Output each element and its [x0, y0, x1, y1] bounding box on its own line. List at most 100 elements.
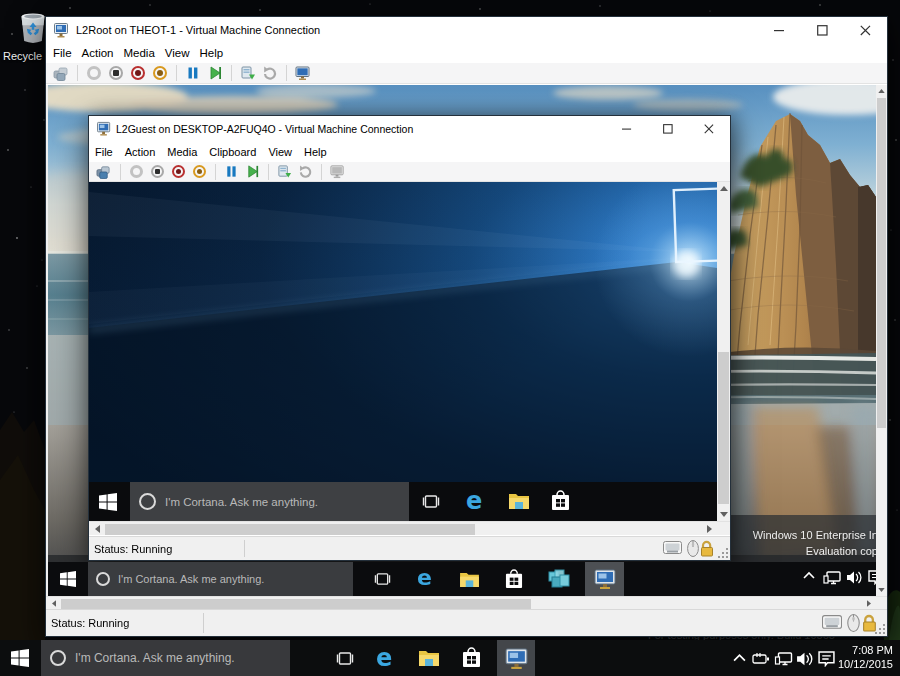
scrollbar-thumb[interactable]	[877, 98, 886, 428]
l2guest-screen[interactable]: I'm Cortana. Ask me anything. e	[89, 182, 717, 521]
pause-icon[interactable]	[224, 164, 239, 179]
turn-off-icon[interactable]	[108, 65, 124, 81]
inner-horizontal-scrollbar[interactable]	[89, 521, 730, 535]
tray-power-icon[interactable]	[752, 652, 770, 665]
scroll-up-arrow[interactable]	[876, 85, 887, 97]
toolbar-separator	[231, 65, 232, 81]
resize-grip[interactable]	[873, 622, 886, 635]
edge-icon[interactable]: e	[376, 646, 398, 670]
start-button[interactable]	[60, 571, 76, 587]
inner-minimize-button[interactable]	[606, 116, 647, 142]
inner-menu-help[interactable]: Help	[304, 146, 327, 158]
vm-connect-taskbar-button[interactable]	[497, 640, 535, 676]
tray-action-center-icon[interactable]	[818, 651, 835, 667]
inner-close-button[interactable]	[688, 116, 730, 142]
task-view-icon[interactable]	[336, 650, 354, 667]
toolbar-separator	[215, 164, 216, 180]
tray-action-center-icon[interactable]	[868, 570, 876, 585]
resize-grip[interactable]	[716, 546, 729, 559]
outer-menu-file[interactable]: File	[53, 47, 72, 59]
start-button[interactable]	[11, 649, 29, 667]
outer-horizontal-scrollbar[interactable]	[46, 596, 887, 609]
outer-menu-action[interactable]: Action	[82, 47, 114, 59]
save-icon[interactable]	[192, 164, 207, 179]
cortana-search-box[interactable]: I'm Cortana. Ask me anything.	[130, 482, 409, 521]
save-icon[interactable]	[152, 65, 168, 81]
enhanced-session-icon[interactable]	[330, 164, 345, 179]
hyper-v-manager-icon[interactable]	[548, 569, 570, 589]
store-icon[interactable]	[505, 569, 523, 590]
cortana-search-box[interactable]: I'm Cortana. Ask me anything.	[88, 562, 353, 596]
taskbar-clock[interactable]: 7:08 PM 10/12/2015	[838, 643, 893, 671]
revert-icon[interactable]	[262, 65, 278, 81]
enhanced-session-icon[interactable]	[295, 65, 311, 81]
inner-menu-action[interactable]: Action	[125, 146, 156, 158]
file-explorer-icon[interactable]	[460, 571, 479, 587]
scrollbar-thumb[interactable]	[61, 599, 531, 609]
shut-down-icon[interactable]	[171, 164, 186, 179]
outer-menu-view[interactable]: View	[165, 47, 190, 59]
tray-network-icon[interactable]	[823, 570, 841, 586]
file-explorer-icon[interactable]	[419, 649, 439, 666]
toolbar-separator	[77, 65, 78, 81]
file-explorer-icon[interactable]	[509, 492, 529, 509]
statusbar-divider	[203, 613, 204, 633]
scroll-left-arrow[interactable]	[91, 522, 104, 535]
ctrl-alt-del-icon[interactable]	[96, 164, 112, 180]
checkpoint-icon[interactable]	[240, 65, 256, 81]
tray-chevron-up-icon[interactable]	[733, 652, 746, 665]
scroll-down-arrow[interactable]	[876, 584, 887, 596]
revert-icon[interactable]	[298, 164, 313, 179]
l2root-guest-screen[interactable]: Windows 10 Enterprise In Evaluation cop	[48, 85, 876, 596]
start-icon[interactable]	[129, 164, 144, 179]
outer-vm-toolbar	[46, 63, 887, 84]
tray-volume-icon[interactable]	[846, 570, 863, 585]
scrollbar-thumb[interactable]	[105, 524, 475, 535]
tray-chevron-up-icon[interactable]	[803, 570, 815, 582]
scroll-up-arrow[interactable]	[717, 182, 730, 195]
edge-icon[interactable]: e	[466, 489, 488, 513]
scroll-left-arrow[interactable]	[48, 597, 60, 609]
tray-network-icon[interactable]	[774, 651, 793, 667]
pause-icon[interactable]	[185, 65, 201, 81]
store-icon[interactable]	[551, 490, 570, 512]
inner-vm-status: Status: Running	[94, 543, 172, 555]
resume-icon[interactable]	[245, 164, 260, 179]
tray-volume-icon[interactable]	[796, 651, 814, 667]
inner-vertical-scrollbar[interactable]	[717, 182, 730, 521]
start-icon[interactable]	[86, 65, 102, 81]
scroll-right-arrow[interactable]	[863, 597, 875, 609]
scrollbar-thumb[interactable]	[718, 352, 729, 504]
cortana-search-box[interactable]: I'm Cortana. Ask me anything.	[41, 640, 290, 676]
outer-menu-help[interactable]: Help	[200, 47, 224, 59]
scroll-down-arrow[interactable]	[717, 508, 730, 521]
outer-minimize-button[interactable]	[757, 17, 801, 43]
inner-menu-file[interactable]: File	[95, 146, 113, 158]
inner-menu-media[interactable]: Media	[167, 146, 197, 158]
turn-off-icon[interactable]	[150, 164, 165, 179]
start-button[interactable]	[99, 493, 117, 511]
vm-connect-taskbar-button[interactable]	[585, 562, 624, 596]
icon-shape	[87, 66, 101, 80]
outer-close-button[interactable]	[844, 17, 887, 43]
inner-vm-titlebar[interactable]: L2Guest on DESKTOP-A2FUQ4O - Virtual Mac…	[89, 116, 730, 142]
shut-down-icon[interactable]	[130, 65, 146, 81]
inner-menu-view[interactable]: View	[268, 146, 292, 158]
outer-maximize-button[interactable]	[801, 17, 844, 43]
inner-menu-clipboard[interactable]: Clipboard	[209, 146, 256, 158]
l2guest-taskbar: I'm Cortana. Ask me anything. e	[89, 482, 717, 521]
ctrl-alt-del-icon[interactable]	[53, 65, 69, 81]
outer-vertical-scrollbar[interactable]	[876, 85, 887, 596]
inner-maximize-button[interactable]	[647, 116, 688, 142]
edge-icon[interactable]: e	[417, 567, 439, 589]
lock-icon	[700, 540, 715, 557]
task-view-icon[interactable]	[374, 571, 391, 587]
scroll-right-arrow[interactable]	[703, 522, 716, 535]
checkpoint-icon[interactable]	[277, 164, 292, 179]
icon-shape	[157, 70, 163, 76]
resume-icon[interactable]	[207, 65, 223, 81]
outer-menu-media[interactable]: Media	[124, 47, 155, 59]
task-view-icon[interactable]	[422, 493, 440, 510]
outer-vm-titlebar[interactable]: L2Root on THEOT-1 - Virtual Machine Conn…	[46, 17, 887, 43]
store-icon[interactable]	[462, 647, 481, 669]
